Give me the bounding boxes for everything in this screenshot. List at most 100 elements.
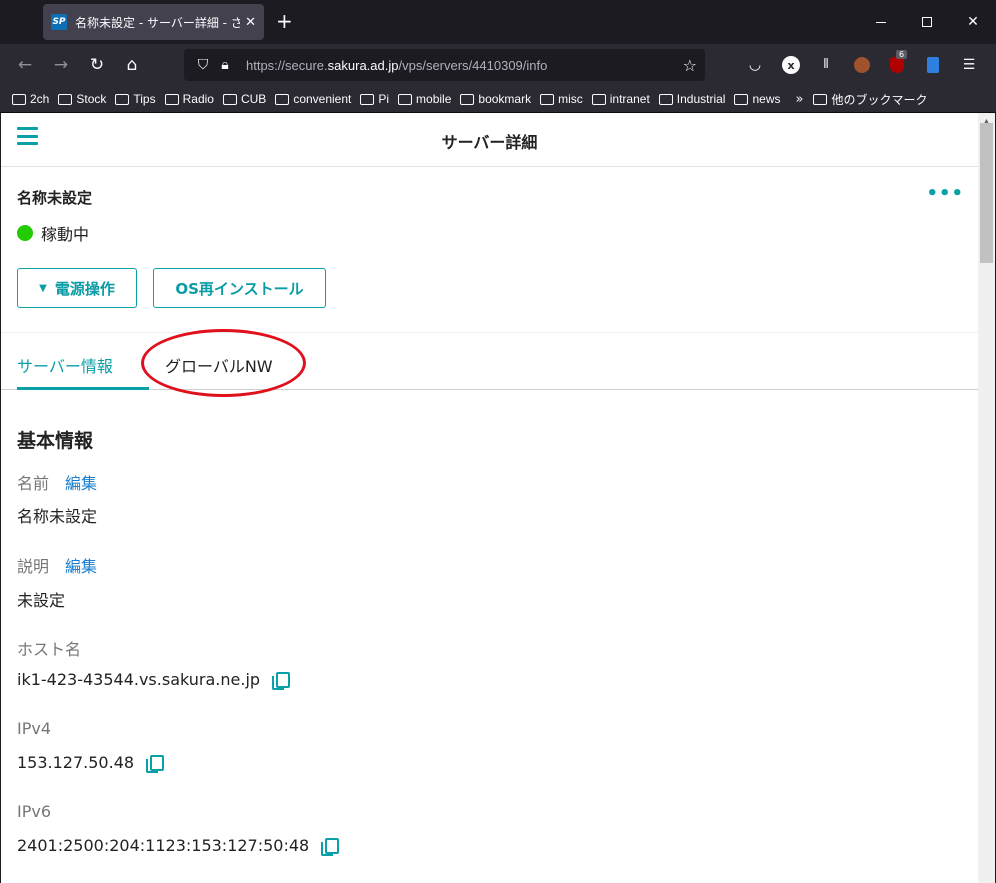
bookmark-label: 2ch: [30, 92, 50, 106]
bookmarks-overflow-icon[interactable]: »: [796, 92, 804, 107]
translate-extension-icon[interactable]: [922, 54, 944, 76]
bookmark-label: Stock: [76, 92, 107, 106]
bookmarks-toolbar: 2ch Stock Tips Radio CUB convenient Pi m…: [0, 86, 996, 113]
bookmark-label: Tips: [133, 92, 156, 106]
desc-label: 説明: [17, 557, 50, 576]
ipv6-label: IPv6: [17, 802, 52, 821]
other-bookmarks[interactable]: 他のブックマーク: [813, 91, 927, 108]
bookmark-folder[interactable]: convenient: [275, 92, 351, 106]
bookmark-folder[interactable]: Pi: [360, 92, 389, 106]
new-tab-plus-icon[interactable]: +: [276, 10, 293, 32]
bookmark-folder[interactable]: 2ch: [12, 92, 49, 106]
minimize-icon[interactable]: [858, 0, 904, 44]
scroll-thumb[interactable]: [980, 123, 993, 263]
tab-server-info[interactable]: サーバー情報: [17, 353, 113, 377]
window-controls: ✕: [858, 0, 996, 44]
bookmark-label: 他のブックマーク: [831, 92, 928, 107]
lock-icon[interactable]: 🔒︎: [214, 57, 236, 73]
bookmark-folder[interactable]: CUB: [222, 92, 267, 106]
os-reinstall-button[interactable]: OS再インストール: [153, 268, 326, 308]
tab-close-icon[interactable]: ✕: [245, 15, 256, 30]
bookmark-label: bookmark: [478, 92, 532, 106]
app-header: サーバー詳細: [1, 113, 978, 167]
ipv4-value: 153.127.50.48: [17, 753, 135, 772]
copy-icon[interactable]: [321, 837, 340, 856]
bookmark-folder[interactable]: news: [734, 92, 781, 106]
caret-down-icon: ▼: [39, 282, 47, 294]
bookmark-label: mobile: [416, 92, 452, 106]
browser-tab-title: 名称未設定 - サーバー詳細 - さくらの: [75, 15, 240, 30]
more-options-icon[interactable]: •••: [926, 183, 964, 204]
ublock-badge: 6: [896, 50, 908, 59]
section-title: 基本情報: [17, 430, 94, 452]
url-domain: sakura.ad.jp: [327, 57, 399, 73]
bookmark-folder[interactable]: intranet: [591, 92, 650, 106]
menu-icon[interactable]: ☰: [958, 54, 980, 76]
power-button-label: 電源操作: [54, 279, 115, 298]
window-close-icon[interactable]: ✕: [950, 0, 996, 44]
bookmark-label: intranet: [609, 92, 650, 106]
ipv4-value-row: 153.127.50.48: [17, 753, 165, 773]
red-circle-annotation: [141, 329, 306, 397]
url-bar[interactable]: ⛉ 🔒︎ https://secure.sakura.ad.jp/vps/ser…: [184, 49, 705, 81]
bookmark-label: Radio: [182, 92, 214, 106]
bookmark-star-icon[interactable]: ☆: [683, 56, 697, 75]
url-prefix: https://secure.: [246, 57, 328, 73]
forward-arrow-icon[interactable]: →: [49, 53, 73, 77]
server-status: 稼動中: [17, 221, 89, 245]
folder-icon: [222, 93, 237, 105]
edit-desc-link[interactable]: 編集: [65, 557, 97, 576]
bookmark-folder[interactable]: Tips: [115, 92, 156, 106]
ipv6-value: 2401:2500:204:1123:153:127:50:48: [17, 836, 310, 855]
bookmark-folder[interactable]: misc: [540, 92, 583, 106]
pocket-icon[interactable]: ◡: [744, 54, 766, 76]
active-tab-indicator: [17, 387, 149, 390]
url-text[interactable]: https://secure.sakura.ad.jp/vps/servers/…: [246, 58, 547, 73]
folder-icon: [460, 93, 475, 105]
power-operation-button[interactable]: ▼ 電源操作: [17, 268, 137, 308]
url-path: /vps/servers/4410309/info: [398, 57, 548, 73]
browser-tab[interactable]: SP 名称未設定 - サーバー詳細 - さくらの ✕: [43, 4, 264, 40]
browser-tab-strip: SP 名称未設定 - サーバー詳細 - さくらの ✕ + ✕: [0, 0, 996, 44]
bookmark-label: convenient: [293, 92, 352, 106]
page-content: サーバー詳細 名称未設定 ••• 稼動中 ▼ 電源操作 OS再インストール サー…: [1, 113, 978, 883]
bookmark-folder[interactable]: Stock: [58, 92, 106, 106]
bookmark-folder[interactable]: mobile: [398, 92, 451, 106]
folder-icon: [591, 93, 606, 105]
name-value: 名称未設定: [17, 507, 98, 526]
folder-icon: [58, 93, 73, 105]
page-scrollbar[interactable]: ▲: [978, 113, 995, 883]
cookie-extension-icon[interactable]: [851, 54, 873, 76]
host-label: ホスト名: [17, 640, 82, 659]
host-value: ik1-423-43544.vs.sakura.ne.jp: [17, 670, 261, 689]
bookmark-folder[interactable]: Industrial: [658, 92, 725, 106]
name-label: 名前: [17, 474, 50, 493]
desc-label-row: 説明 編集: [17, 553, 97, 577]
folder-icon: [540, 93, 555, 105]
reinstall-button-label: OS再インストール: [175, 279, 304, 298]
reload-icon[interactable]: ↻: [85, 53, 109, 77]
shield-icon[interactable]: ⛉: [192, 57, 214, 73]
folder-icon: [398, 93, 413, 105]
edit-name-link[interactable]: 編集: [65, 474, 97, 493]
folder-icon: [658, 93, 673, 105]
maximize-icon[interactable]: [904, 0, 950, 44]
ublock-icon[interactable]: 6: [886, 50, 908, 76]
status-text: 稼動中: [41, 225, 90, 244]
server-name: 名称未設定: [17, 189, 93, 207]
library-icon[interactable]: 𝍪: [815, 54, 837, 76]
browser-navbar: ← → ↻ ⌂ ⛉ 🔒︎ https://secure.sakura.ad.jp…: [0, 44, 996, 86]
copy-icon[interactable]: [272, 671, 291, 690]
desc-value: 未設定: [17, 591, 66, 610]
copy-icon[interactable]: [146, 754, 165, 773]
bookmark-label: CUB: [240, 92, 267, 106]
home-icon[interactable]: ⌂: [120, 53, 144, 77]
x-extension-icon[interactable]: x: [780, 54, 802, 76]
folder-icon: [360, 93, 375, 105]
ipv4-label: IPv4: [17, 719, 52, 738]
back-arrow-icon[interactable]: ←: [13, 53, 37, 77]
folder-icon: [164, 93, 179, 105]
folder-icon: [12, 93, 26, 105]
bookmark-folder[interactable]: bookmark: [460, 92, 531, 106]
bookmark-folder[interactable]: Radio: [164, 92, 214, 106]
